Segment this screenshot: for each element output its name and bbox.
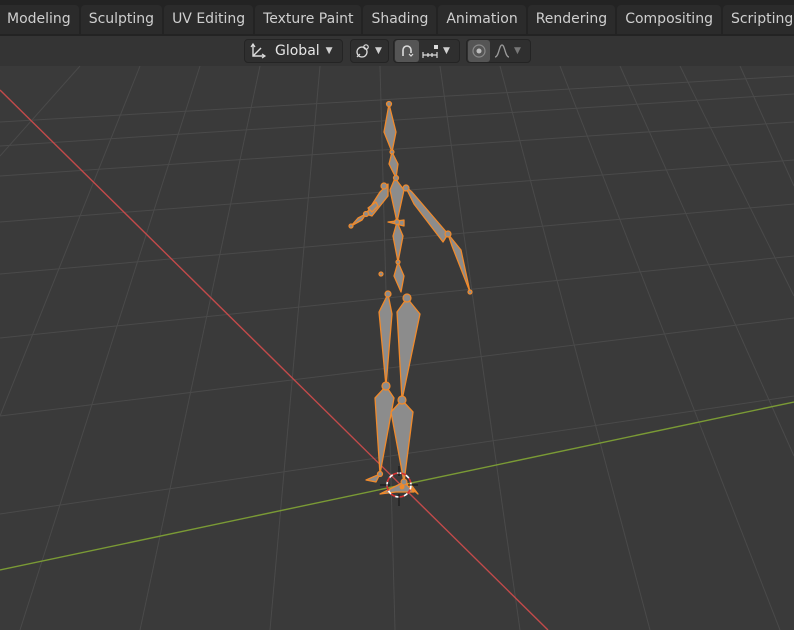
3d-viewport[interactable]: Global ▼ ▼ ▼ ▼ xyxy=(0,36,794,630)
pivot-point-icon xyxy=(351,40,375,62)
bone-forearm-right xyxy=(447,233,471,293)
bone-shin-left xyxy=(374,385,395,475)
chevron-down-icon[interactable]: ▼ xyxy=(443,46,450,56)
bone-head xyxy=(383,103,397,153)
proportional-editing-icon[interactable] xyxy=(468,40,490,62)
snapping-group: ▼ xyxy=(393,39,460,63)
x-axis-line xyxy=(0,89,549,630)
viewport-scene xyxy=(0,65,794,630)
tab-rendering[interactable]: Rendering xyxy=(527,4,616,34)
bone-thigh-right xyxy=(396,297,421,401)
tab-animation[interactable]: Animation xyxy=(438,4,526,34)
transform-orientation-icon xyxy=(245,40,271,62)
chevron-down-icon: ▼ xyxy=(325,46,333,56)
tab-sculpting[interactable]: Sculpting xyxy=(80,4,163,34)
chevron-down-icon[interactable]: ▼ xyxy=(514,46,521,56)
tab-uv-editing[interactable]: UV Editing xyxy=(164,4,254,34)
transform-orientation-label: Global xyxy=(275,43,320,59)
viewport-header: Global ▼ ▼ ▼ ▼ xyxy=(0,36,794,66)
chevron-down-icon: ▼ xyxy=(375,46,382,56)
bone-spine xyxy=(392,221,404,263)
snap-increment-icon[interactable] xyxy=(419,40,443,62)
bone-neck xyxy=(388,151,399,179)
snap-magnet-icon[interactable] xyxy=(395,40,419,62)
workspace-tab-bar: Modeling Sculpting UV Editing Texture Pa… xyxy=(0,0,794,36)
bone-upper-arm-right xyxy=(404,185,449,243)
tab-shading[interactable]: Shading xyxy=(363,4,437,34)
pivot-point-dropdown[interactable]: ▼ xyxy=(350,39,389,63)
bone-hips xyxy=(393,261,405,293)
tab-scripting[interactable]: Scripting xyxy=(722,4,794,34)
proportional-editing-group: ▼ xyxy=(466,39,531,63)
falloff-curve-icon[interactable] xyxy=(490,40,514,62)
bone-shin-right xyxy=(390,399,414,483)
tab-compositing[interactable]: Compositing xyxy=(617,4,721,34)
bone-thigh-left xyxy=(378,293,393,387)
tab-texture-paint[interactable]: Texture Paint xyxy=(255,4,362,34)
transform-orientation-dropdown[interactable]: Global ▼ xyxy=(244,39,343,63)
bone-chest xyxy=(389,177,405,223)
tab-modeling[interactable]: Modeling xyxy=(0,4,79,34)
